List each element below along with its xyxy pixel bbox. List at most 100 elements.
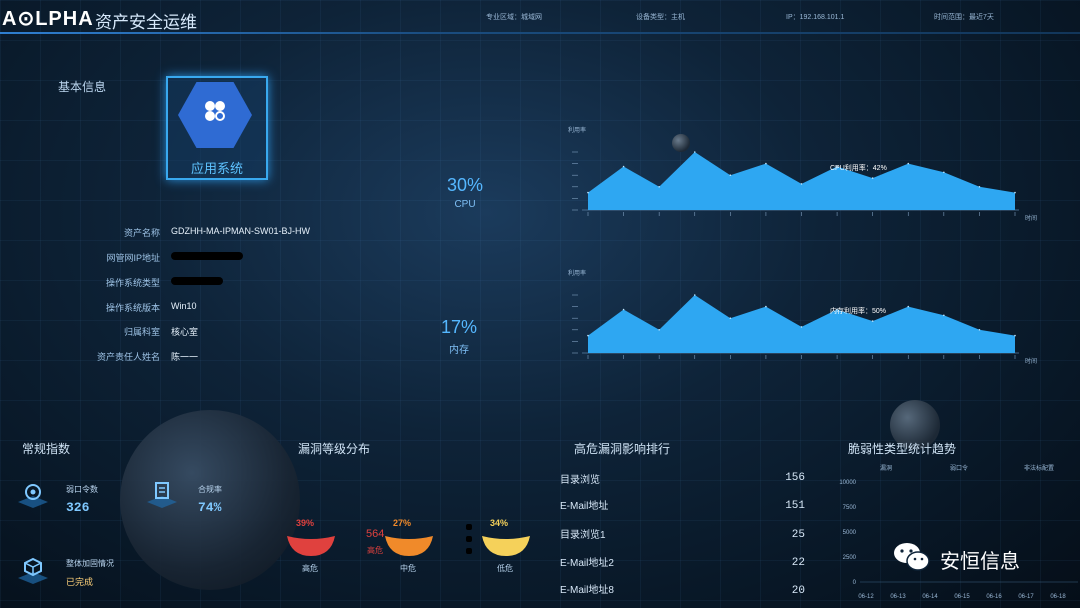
chart-point <box>978 186 981 188</box>
weak-password-value: 326 <box>66 500 90 515</box>
low-gauge-pct: 34% <box>490 518 509 528</box>
ip-redacted <box>171 252 243 260</box>
trend-ytick: 7500 <box>843 505 857 511</box>
trend-ytick: 10000 <box>839 480 856 486</box>
trend-xtick: 06-16 <box>986 594 1002 600</box>
rank-item-5-name: E-Mail地址8 <box>560 585 614 596</box>
trend-xtick: 06-14 <box>922 594 938 600</box>
trend-xtick: 06-17 <box>1018 594 1034 600</box>
trend-legend-3[interactable]: 非法标配置 <box>1024 463 1054 472</box>
chart-point <box>729 174 732 176</box>
high-gauge-label: 高危 <box>302 564 318 573</box>
mid-gauge-label: 中危 <box>400 564 416 573</box>
rank-item-4-name: E-Mail地址2 <box>560 558 614 569</box>
vuln-level-title: 漏洞等级分布 <box>298 442 371 456</box>
trend-xtick: 06-18 <box>1050 594 1066 600</box>
cube-icon <box>18 557 48 584</box>
chart-annotation: 内存利用率：50% <box>830 306 886 315</box>
chart-area-series <box>588 152 1015 210</box>
department-label: 归属科室 <box>123 327 160 337</box>
rank-item-2-value: 151 <box>785 500 805 512</box>
legend-dot-1 <box>466 524 472 530</box>
chart-point <box>622 308 625 311</box>
compliance-value: 74% <box>198 500 222 515</box>
trend-ytick: 0 <box>853 580 857 586</box>
gear-icon <box>18 484 48 508</box>
os-type-label: 操作系统类型 <box>105 278 160 288</box>
hardening-label: 整体加固情况 <box>66 559 114 568</box>
filter-device-type[interactable]: 设备类型：主机 <box>636 12 685 22</box>
mid-gauge <box>385 536 433 556</box>
weak-password-label: 弱口令数 <box>66 485 98 494</box>
filter-time-range[interactable]: 时间范围：最近7天 <box>934 12 994 22</box>
app-system-label: 应用系统 <box>190 161 243 176</box>
owner-label: 资产责任人姓名 <box>96 352 160 362</box>
memory-usage-chart: 利用率时间 内存利用率：50% <box>568 269 1037 365</box>
chart-point <box>800 326 803 328</box>
app-hexagon <box>178 82 252 148</box>
overlay-label: 高危 <box>367 546 383 555</box>
chart-point <box>765 305 767 308</box>
asset-name-label: 资产名称 <box>123 228 160 238</box>
chart-point <box>871 177 874 179</box>
trend-title: 脆弱性类型统计趋势 <box>848 442 957 456</box>
rank-item-3-value: 25 <box>791 529 805 541</box>
rank-item-2-name: E-Mail地址 <box>560 501 609 512</box>
rank-item-4-value: 22 <box>791 557 805 569</box>
trend-legend-1[interactable]: 漏洞 <box>880 463 892 472</box>
chart-point <box>1014 191 1016 194</box>
ranking-title: 高危漏洞影响排行 <box>574 442 671 456</box>
chart-area-series <box>588 295 1015 353</box>
filter-ip[interactable]: IP：192.168.101.1 <box>786 12 844 22</box>
chart-point <box>943 171 945 174</box>
os-type-redacted <box>171 277 223 285</box>
chart-point <box>693 294 696 296</box>
high-gauge-pct: 39% <box>296 518 315 528</box>
chart-point <box>658 329 660 331</box>
cpu-value: 30% <box>446 175 484 195</box>
chart-point <box>587 191 589 194</box>
chart-point <box>943 314 945 317</box>
ip-label: 网管网IP地址 <box>106 253 160 263</box>
chart-xlabel: 时间 <box>1025 357 1037 365</box>
chart-ylabel: 利用率 <box>568 269 586 277</box>
trend-ytick: 2500 <box>843 555 857 561</box>
os-version-label: 操作系统版本 <box>105 303 160 313</box>
filter-region[interactable]: 专业区域：城域网 <box>486 12 542 22</box>
clover-icon <box>205 101 225 121</box>
rank-item-1-value: 156 <box>785 472 805 484</box>
chart-point <box>587 334 589 337</box>
trend-xtick: 06-13 <box>890 594 906 600</box>
chart-point <box>871 320 874 322</box>
trend-chart: 10000 7500 5000 2500 0 06-12 06-13 06-14… <box>839 480 1078 600</box>
owner-value: 陈一一 <box>171 352 199 362</box>
hardening-value: 已完成 <box>66 577 94 587</box>
chart-point <box>765 162 767 165</box>
basic-info-title: 基本信息 <box>58 80 107 94</box>
chart-xlabel: 时间 <box>1025 214 1037 222</box>
wechat-icon <box>894 543 930 571</box>
chart-point <box>907 162 910 165</box>
regular-index-title: 常规指数 <box>22 442 71 456</box>
document-icon <box>147 482 177 508</box>
rank-item-3-name: 目录浏览1 <box>560 530 606 541</box>
memory-value: 17% <box>440 317 478 337</box>
chart-point <box>622 165 625 168</box>
header-divider <box>0 32 1080 34</box>
cpu-usage-chart: 利用率时间 CPU利用率：42% <box>568 126 1037 222</box>
chart-point <box>658 186 660 188</box>
high-gauge <box>287 536 335 556</box>
rank-item-1-name: 目录浏览 <box>560 475 600 486</box>
rank-item-5-value: 20 <box>791 585 805 597</box>
chart-point <box>907 305 910 308</box>
legend-dot-2 <box>466 536 472 542</box>
chart-point <box>1014 334 1016 337</box>
app-system-card[interactable]: 应用系统 <box>166 76 268 180</box>
low-gauge-label: 低危 <box>497 564 513 573</box>
chart-annotation: CPU利用率：42% <box>830 163 887 172</box>
overlay-count: 564 <box>366 528 385 540</box>
trend-legend-2[interactable]: 弱口令 <box>950 463 968 472</box>
trend-ytick: 5000 <box>843 530 857 536</box>
mid-gauge-pct: 27% <box>393 518 412 528</box>
cpu-label: CPU <box>454 199 476 210</box>
